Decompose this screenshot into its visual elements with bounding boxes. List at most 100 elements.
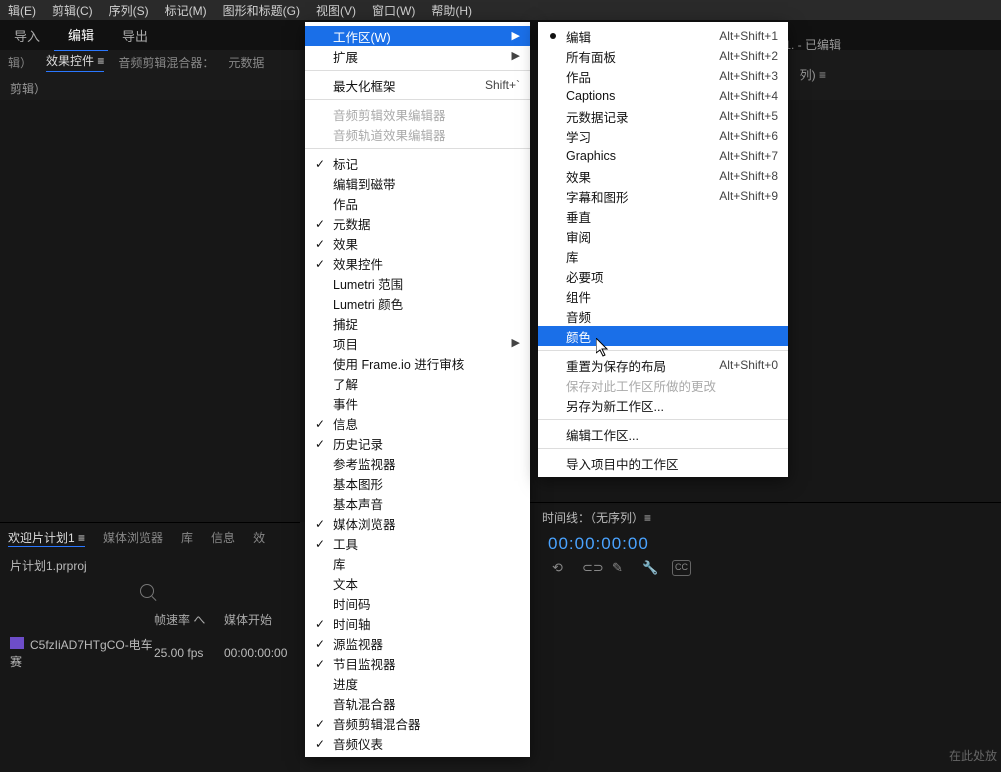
menubar-item[interactable]: 序列(S) [103,2,155,19]
tab-edit[interactable]: 编辑 [54,19,108,51]
marker-icon[interactable]: ✎ [612,560,628,576]
menu-item[interactable]: ✓源监视器 [305,633,530,653]
menubar-item[interactable]: 窗口(W) [366,2,421,19]
project-tab[interactable]: 信息 [211,529,235,547]
panel-tab-effect-controls[interactable]: 效果控件 ≡ [46,52,104,72]
cc-icon[interactable]: CC [672,560,691,576]
menu-item[interactable]: ✓节目监视器 [305,653,530,673]
menu-item[interactable]: 事件 [305,393,530,413]
menu-item[interactable]: 效果Alt+Shift+8 [538,166,788,186]
menu-item[interactable]: 颜色 [538,326,788,346]
settings-icon[interactable]: 🔧 [642,560,658,576]
link-icon[interactable]: ⊂⊃ [582,560,598,576]
menu-item[interactable]: 库 [538,246,788,266]
menu-item[interactable]: ✓元数据 [305,213,530,233]
menu-item[interactable]: 审阅 [538,226,788,246]
menu-item[interactable]: ✓音频仪表 [305,733,530,753]
menu-item[interactable]: ✓效果控件 [305,253,530,273]
menu-item[interactable]: 进度 [305,673,530,693]
menubar-item[interactable]: 图形和标题(G) [217,2,306,19]
menu-item[interactable]: 使用 Frame.io 进行审核 [305,353,530,373]
timeline-timecode[interactable]: 00:00:00:00 [530,532,1001,556]
menu-item[interactable]: 库 [305,553,530,573]
snap-icon[interactable]: ⟲ [552,560,568,576]
menu-item-save-as-new-workspace[interactable]: 另存为新工作区... [538,395,788,415]
check-icon: ✓ [315,737,325,751]
menu-shortcut: Alt+Shift+7 [719,149,778,163]
project-bin-row[interactable]: C5fzIiAD7HTgCO-电车赛 25.00 fps 00:00:00:00 [0,632,300,674]
menu-item[interactable]: ✓标记 [305,153,530,173]
check-icon: ✓ [315,617,325,631]
panel-tab-none[interactable]: 辑） [8,54,32,71]
submenu-arrow-icon: ▶ [512,336,520,349]
timeline-title: 时间线：（无序列）≡ [530,503,1001,532]
menu-item-label: 保存对此工作区所做的更改 [566,376,716,395]
menu-item[interactable]: GraphicsAlt+Shift+7 [538,146,788,166]
menu-item[interactable]: 项目▶ [305,333,530,353]
menu-item-label: 事件 [333,394,358,413]
menu-item-import-workspace[interactable]: 导入项目中的工作区 [538,453,788,473]
menu-item[interactable]: 了解 [305,373,530,393]
menu-item[interactable]: ✓音频剪辑混合器 [305,713,530,733]
menu-item[interactable]: 音频 [538,306,788,326]
menu-item[interactable]: 字幕和图形Alt+Shift+9 [538,186,788,206]
project-tab[interactable]: 库 [181,529,193,547]
project-tab[interactable]: 欢迎片计划1 ≡ [8,529,85,547]
menu-item[interactable]: 学习Alt+Shift+6 [538,126,788,146]
menu-item-maximize-frame[interactable]: 最大化框架Shift+` [305,75,530,95]
menu-item[interactable]: 编辑到磁带 [305,173,530,193]
check-icon: ✓ [315,657,325,671]
menu-item[interactable]: ✓媒体浏览器 [305,513,530,533]
menu-item[interactable]: Lumetri 颜色 [305,293,530,313]
menu-item[interactable]: 基本图形 [305,473,530,493]
menu-item[interactable]: 参考监视器 [305,453,530,473]
col-framerate[interactable]: 帧速率 へ [154,611,224,628]
panel-tab-metadata[interactable]: 元数据 [228,54,264,71]
menu-item[interactable]: 文本 [305,573,530,593]
col-name[interactable] [4,611,154,628]
menu-item[interactable]: 基本声音 [305,493,530,513]
menu-item[interactable]: 必要项 [538,266,788,286]
menu-item[interactable]: CaptionsAlt+Shift+4 [538,86,788,106]
project-tab[interactable]: 媒体浏览器 [103,529,163,547]
menu-item-extensions[interactable]: 扩展▶ [305,46,530,66]
panel-tab-audio-mixer[interactable]: 音频剪辑混合器： [118,54,214,71]
menu-item[interactable]: 垂直 [538,206,788,226]
menu-item[interactable]: Lumetri 范围 [305,273,530,293]
menubar-item[interactable]: 剪辑(C) [46,2,99,19]
menu-item[interactable]: 时间码 [305,593,530,613]
workspace-submenu: 编辑Alt+Shift+1所有面板Alt+Shift+2作品Alt+Shift+… [538,22,788,477]
menu-item[interactable]: 编辑Alt+Shift+1 [538,26,788,46]
menu-item[interactable]: 捕捉 [305,313,530,333]
menu-item[interactable]: ✓历史记录 [305,433,530,453]
menu-item[interactable]: ✓时间轴 [305,613,530,633]
menu-item[interactable]: 作品Alt+Shift+3 [538,66,788,86]
project-tab[interactable]: 效 [253,529,265,547]
menubar-item[interactable]: 辑(E) [2,2,42,19]
col-media-start[interactable]: 媒体开始 [224,611,294,628]
menu-item[interactable]: 所有面板Alt+Shift+2 [538,46,788,66]
menubar-item[interactable]: 视图(V) [310,2,362,19]
menu-item[interactable]: ✓效果 [305,233,530,253]
menu-item[interactable]: 组件 [538,286,788,306]
menu-item[interactable]: ✓信息 [305,413,530,433]
menu-item-label: 必要项 [566,267,604,286]
menu-item-edit-workspaces[interactable]: 编辑工作区... [538,424,788,444]
menu-item[interactable]: ✓工具 [305,533,530,553]
menu-item[interactable]: 作品 [305,193,530,213]
menu-item-label: 作品 [333,194,358,213]
menu-item-workspace[interactable]: 工作区(W)▶ [305,26,530,46]
menu-item-reset-workspace[interactable]: 重置为保存的布局Alt+Shift+0 [538,355,788,375]
menu-item[interactable]: 音轨混合器 [305,693,530,713]
menu-item[interactable]: 元数据记录Alt+Shift+5 [538,106,788,126]
tab-import[interactable]: 导入 [0,20,54,51]
menu-item-label: 音轨混合器 [333,694,396,713]
timeline-toolbar: ⟲ ⊂⊃ ✎ 🔧 CC [530,556,1001,580]
menubar-item[interactable]: 帮助(H) [425,2,478,19]
menu-item-label: 使用 Frame.io 进行审核 [333,354,464,373]
menubar-item[interactable]: 标记(M) [159,2,213,19]
tab-export[interactable]: 导出 [108,20,162,51]
menu-item-label: 音频剪辑混合器 [333,714,421,733]
project-search[interactable] [10,584,290,601]
check-icon: ✓ [315,217,325,231]
